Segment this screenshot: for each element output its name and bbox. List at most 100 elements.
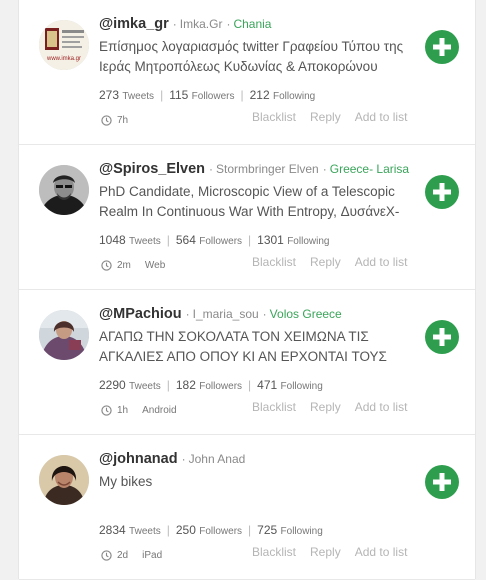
plus-circle-icon	[433, 328, 451, 346]
follow-button[interactable]	[425, 30, 459, 64]
following-count: 471	[257, 378, 278, 392]
tweet-meta: 7h	[101, 115, 128, 126]
clock-icon	[101, 260, 112, 271]
user-card: www.imka.gr @imka_gr · Imka.Gr · Chania Επίσ…	[19, 0, 475, 145]
user-header: @johnanad · John Anad	[99, 451, 245, 467]
followers-label: Followers	[199, 381, 243, 392]
following-label: Following	[280, 526, 323, 537]
clock-icon	[101, 115, 112, 126]
user-location: Chania	[233, 17, 272, 31]
tweets-count: 1048	[99, 233, 126, 247]
separator-dot: ·	[209, 162, 214, 176]
separator-dot: ·	[262, 307, 267, 321]
blacklist-button[interactable]: Blacklist	[252, 255, 296, 269]
following-count: 212	[249, 88, 270, 102]
separator-dot: ·	[185, 307, 190, 321]
avatar-photo	[39, 455, 89, 505]
avatar[interactable]: www.imka.gr	[39, 20, 89, 70]
tweets-count: 273	[99, 88, 120, 102]
user-card: @MPachiou · I_maria_sou · Volos Greece ΑΓΑΠΩ…	[19, 290, 475, 435]
reply-button[interactable]: Reply	[310, 400, 341, 414]
avatar[interactable]	[39, 310, 89, 360]
avatar-photo	[39, 310, 89, 360]
user-location: Volos Greece	[269, 307, 342, 321]
followers-count: 182	[175, 378, 196, 392]
tweet-time[interactable]: 2d	[117, 550, 128, 561]
tweet-meta: 2d iPad	[101, 550, 162, 561]
user-handle[interactable]: @Spiros_Elven	[99, 161, 205, 177]
user-stats: 1048 Tweets | 564 Followers | 1301 Following	[99, 233, 330, 247]
follow-button[interactable]	[425, 320, 459, 354]
avatar-logo-image: www.imka.gr	[39, 20, 89, 70]
user-header: @Spiros_Elven · Stormbringer Elven · Greece-…	[99, 161, 409, 177]
user-card: @Spiros_Elven · Stormbringer Elven · Greece-…	[19, 145, 475, 290]
following-count: 1301	[257, 233, 284, 247]
followers-count: 250	[175, 523, 196, 537]
user-stats: 273 Tweets | 115 Followers | 212 Following	[99, 88, 316, 102]
tweets-label: Tweets	[129, 381, 161, 392]
user-location: Greece- Larisa	[329, 162, 410, 176]
plus-circle-icon	[433, 473, 451, 491]
separator-dot: ·	[322, 162, 327, 176]
tweet-client: Web	[144, 260, 166, 271]
followers-count: 115	[169, 88, 189, 102]
user-bio: My bikes	[99, 474, 153, 489]
avatar-photo	[39, 165, 89, 215]
user-handle[interactable]: @johnanad	[99, 451, 178, 467]
add-to-list-button[interactable]: Add to list	[355, 400, 408, 414]
reply-button[interactable]: Reply	[310, 545, 341, 559]
blacklist-button[interactable]: Blacklist	[252, 400, 296, 414]
user-stats: 2834 Tweets | 250 Followers | 725 Following	[99, 523, 323, 537]
tweet-meta: 2m Web	[101, 260, 165, 271]
tweet-client: iPad	[142, 550, 163, 561]
display-name: Stormbringer Elven	[216, 162, 319, 176]
tweets-label: Tweets	[129, 236, 161, 247]
blacklist-button[interactable]: Blacklist	[252, 545, 296, 559]
separator-dot: ·	[226, 17, 231, 31]
reply-button[interactable]: Reply	[310, 255, 341, 269]
followers-label: Followers	[199, 526, 243, 537]
user-bio: Επίσημος λογαριασμός twitter Γραφείου Τύ…	[99, 39, 404, 74]
tweet-time[interactable]: 1h	[117, 405, 128, 416]
avatar[interactable]	[39, 165, 89, 215]
card-actions: Blacklist Reply Add to list	[252, 545, 421, 559]
blacklist-button[interactable]: Blacklist	[252, 110, 296, 124]
tweet-meta: 1h Android	[101, 405, 177, 416]
user-list-panel: www.imka.gr @imka_gr · Imka.Gr · Chania Επίσ…	[18, 0, 476, 580]
add-to-list-button[interactable]: Add to list	[355, 110, 408, 124]
user-card: @johnanad · John Anad My bikes 2834 Tweets…	[19, 435, 475, 580]
follow-button[interactable]	[425, 175, 459, 209]
following-count: 725	[257, 523, 278, 537]
tweet-time[interactable]: 7h	[117, 115, 128, 126]
add-to-list-button[interactable]: Add to list	[355, 255, 408, 269]
clock-icon	[101, 550, 112, 561]
plus-circle-icon	[433, 183, 451, 201]
clock-icon	[101, 405, 112, 416]
add-to-list-button[interactable]: Add to list	[355, 545, 408, 559]
reply-button[interactable]: Reply	[310, 110, 341, 124]
user-header: @MPachiou · I_maria_sou · Volos Greece	[99, 306, 342, 322]
user-stats: 2290 Tweets | 182 Followers | 471 Following	[99, 378, 323, 392]
tweet-time[interactable]: 2m	[117, 260, 131, 271]
separator-dot: ·	[181, 452, 186, 466]
tweet-client: Android	[142, 405, 177, 416]
card-actions: Blacklist Reply Add to list	[252, 110, 421, 124]
tweets-label: Tweets	[129, 526, 161, 537]
following-label: Following	[272, 91, 316, 102]
user-bio: ΑΓΑΠΩ ΤΗΝ ΣΟΚΟΛΑΤΑ ΤΟΝ ΧΕΙΜΩΝΑ ΤΙΣ ΑΓΚΑΛ…	[99, 329, 387, 364]
tweets-label: Tweets	[122, 91, 155, 102]
avatar[interactable]	[39, 455, 89, 505]
user-header: @imka_gr · Imka.Gr · Chania	[99, 16, 271, 32]
user-bio: PhD Candidate, Microscopic View of a Tel…	[99, 184, 400, 219]
display-name: Imka.Gr	[179, 17, 223, 31]
display-name: I_maria_sou	[192, 307, 259, 321]
follow-button[interactable]	[425, 465, 459, 499]
display-name: John Anad	[188, 452, 246, 466]
followers-label: Followers	[191, 91, 235, 102]
avatar-logo-text: www.imka.gr	[46, 56, 81, 62]
user-handle[interactable]: @imka_gr	[99, 16, 169, 32]
plus-circle-icon	[433, 38, 451, 56]
separator-dot: ·	[172, 17, 177, 31]
tweets-count: 2290	[99, 378, 126, 392]
user-handle[interactable]: @MPachiou	[99, 306, 182, 322]
